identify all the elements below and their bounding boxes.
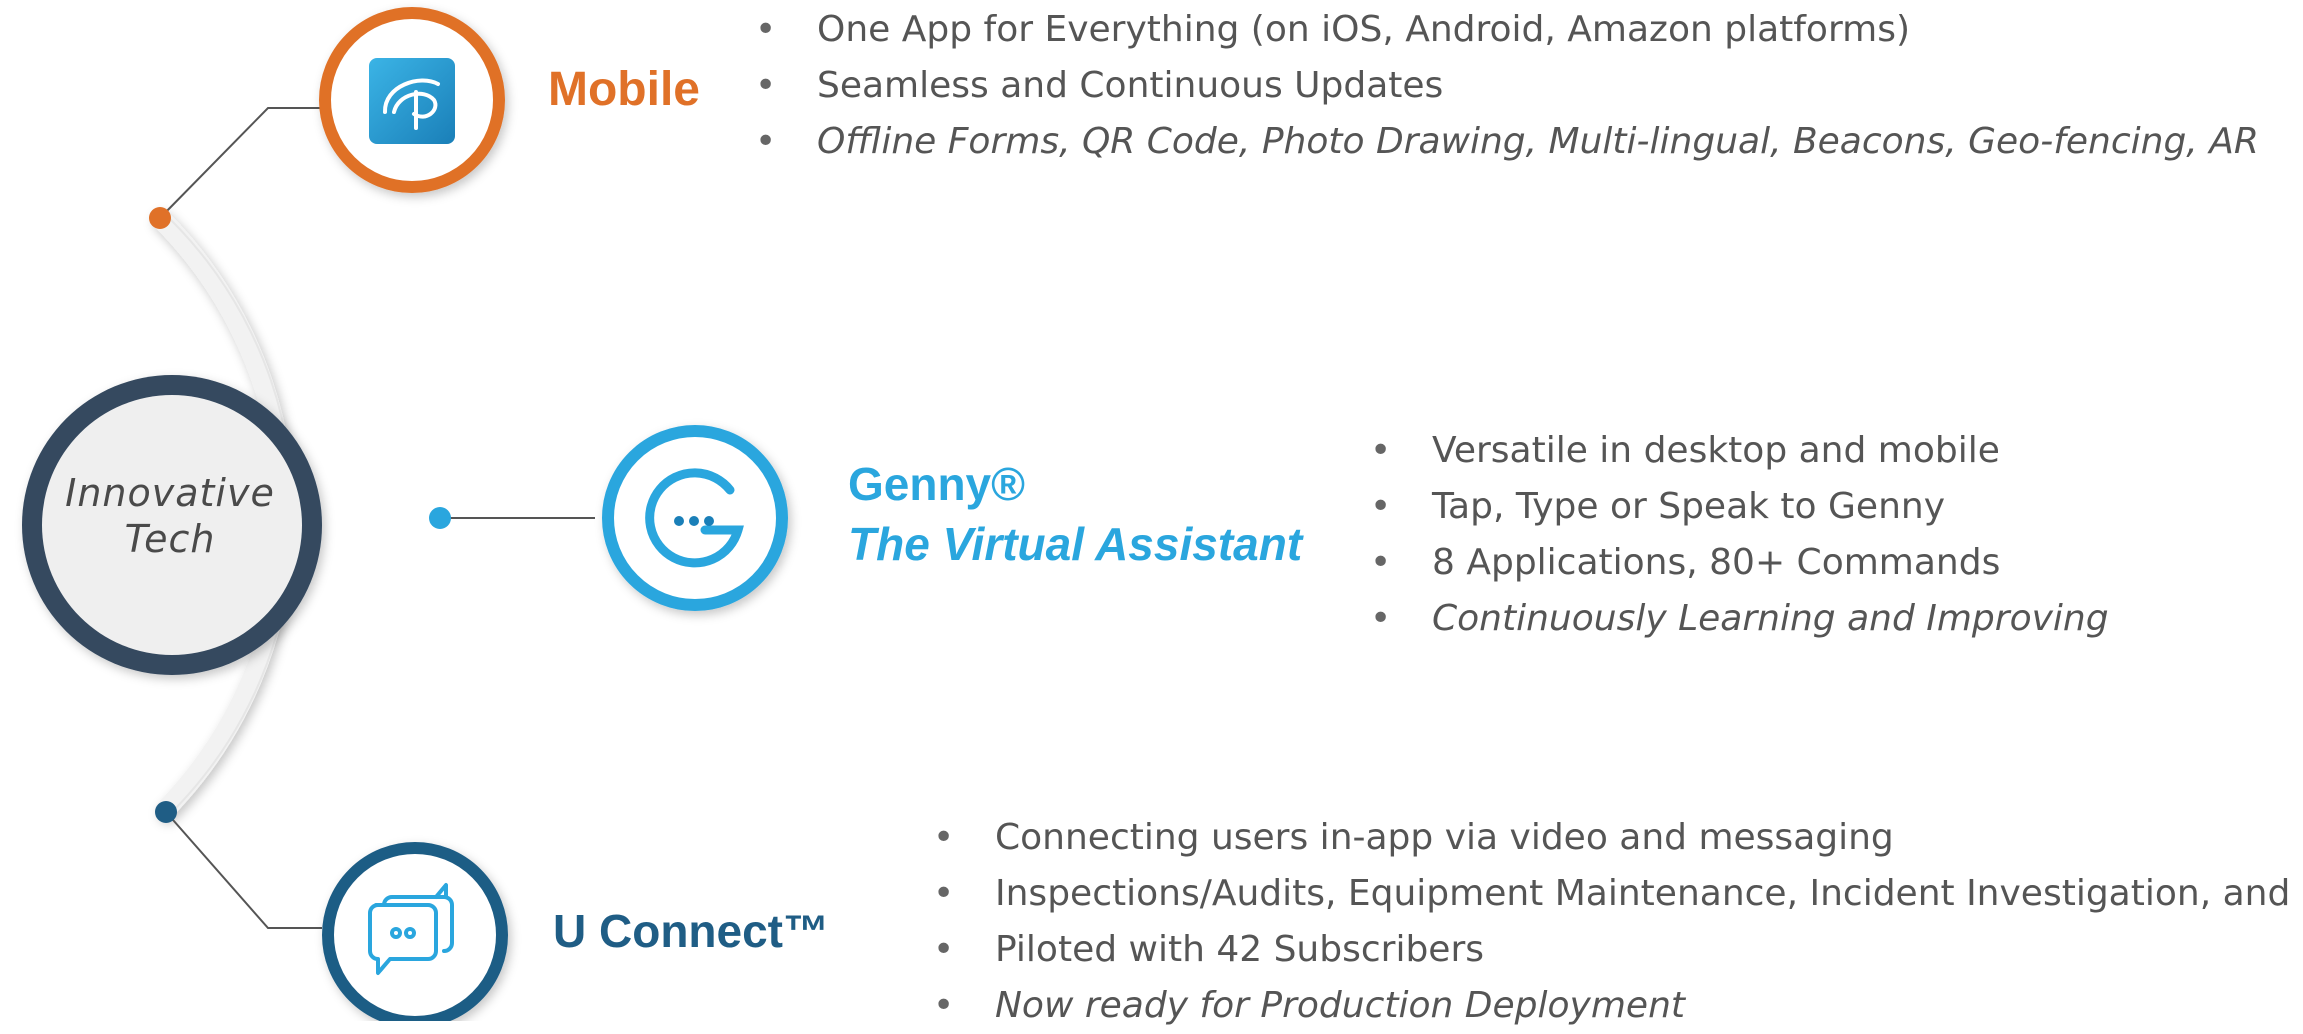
uconnect-bullet-list: • Connecting users in-app via video and m…: [933, 810, 2303, 1034]
hub-label-line-1: Innovative: [65, 471, 275, 515]
bullet-text: Versatile in desktop and mobile: [1432, 430, 2000, 471]
uconnect-connector-dot: [155, 801, 177, 823]
list-item: • 8 Applications, 80+ Commands: [1370, 535, 2109, 591]
list-item: • Versatile in desktop and mobile: [1370, 423, 2109, 479]
genny-bullet-list: • Versatile in desktop and mobile • Tap, T…: [1370, 423, 2109, 647]
genny-title-block: Genny® The Virtual Assistant: [848, 454, 1302, 574]
hub-label: Innovative Tech: [40, 470, 300, 562]
bullet-text: Offline Forms, QR Code, Photo Drawing, M…: [817, 121, 2259, 162]
uconnect-node: [322, 842, 508, 1021]
list-item: • Connecting users in-app via video and m…: [933, 810, 2303, 866]
list-item: • Piloted with 42 Subscribers: [933, 922, 2303, 978]
mobile-title: Mobile: [548, 63, 700, 116]
bullet-text: Connecting users in-app via video and me…: [995, 817, 1894, 858]
bullet-marker: •: [1370, 430, 1392, 471]
bullet-marker: •: [933, 929, 955, 970]
bullet-marker: •: [755, 9, 777, 50]
uconnect-connector-line: [165, 811, 322, 929]
list-item: • Seamless and Continuous Updates: [755, 58, 2259, 114]
genny-node: [602, 425, 788, 611]
list-item: • Continuously Learning and Improving: [1370, 591, 2109, 647]
bullet-text: Inspections/Audits, Equipment Maintenanc…: [995, 873, 2303, 914]
list-item: • Tap, Type or Speak to Genny: [1370, 479, 2109, 535]
bullet-marker: •: [1370, 486, 1392, 527]
bullet-text: Piloted with 42 Subscribers: [995, 929, 1485, 970]
bullet-text: 8 Applications, 80+ Commands: [1432, 542, 2001, 583]
genny-connector-dot: [429, 507, 451, 529]
bullet-text: Continuously Learning and Improving: [1432, 598, 2109, 639]
bullet-text: Now ready for Production Deployment: [995, 985, 1685, 1026]
bullet-text: One App for Everything (on iOS, Android,…: [817, 9, 1910, 50]
bullet-marker: •: [933, 817, 955, 858]
mobile-node: [319, 7, 505, 193]
uconnect-title: U Connect™: [553, 905, 829, 957]
app-logo-icon: [369, 58, 455, 144]
bullet-marker: •: [755, 65, 777, 106]
mobile-bullet-list: • One App for Everything (on iOS, Android…: [755, 2, 2259, 170]
bullet-text: Seamless and Continuous Updates: [817, 65, 1444, 106]
bullet-marker: •: [1370, 542, 1392, 583]
mobile-connector-line: [159, 107, 320, 219]
list-item: • Inspections/Audits, Equipment Maintenan…: [933, 866, 2303, 922]
genny-title: Genny®: [848, 458, 1026, 510]
hub-label-line-2: Tech: [124, 517, 216, 561]
list-item: • Offline Forms, QR Code, Photo Drawing, …: [755, 114, 2259, 170]
bullet-marker: •: [1370, 598, 1392, 639]
genny-subtitle: The Virtual Assistant: [848, 518, 1303, 570]
list-item: • Now ready for Production Deployment: [933, 978, 2303, 1034]
mobile-connector-dot: [149, 207, 171, 229]
list-item: • One App for Everything (on iOS, Android…: [755, 2, 2259, 58]
bullet-text: Tap, Type or Speak to Genny: [1432, 486, 1945, 527]
bullet-marker: •: [933, 873, 955, 914]
bullet-marker: •: [755, 121, 777, 162]
bullet-marker: •: [933, 985, 955, 1026]
